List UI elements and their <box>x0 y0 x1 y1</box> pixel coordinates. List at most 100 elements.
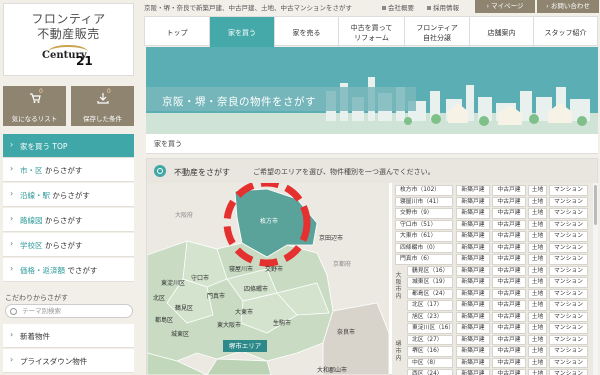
property-type-cell[interactable]: 中古戸建 <box>492 265 526 276</box>
tab-staff[interactable]: スタッフ紹介 <box>534 17 597 47</box>
map-label-higashi-yodogawa[interactable]: 東淀川区 <box>161 278 185 287</box>
tab-own-development[interactable]: フロンティア 自社分譲 <box>405 17 470 47</box>
property-type-cell[interactable]: マンション <box>549 242 588 253</box>
property-type-cell[interactable]: 土地 <box>528 334 547 345</box>
property-type-cell[interactable]: 土地 <box>528 288 547 299</box>
property-type-cell[interactable]: 土地 <box>528 219 547 230</box>
sidebar-item-price[interactable]: › 価格・返済額 でさがす <box>3 258 134 282</box>
sidebar-item-price-down[interactable]: › プライスダウン物件 <box>3 349 134 373</box>
property-type-cell[interactable]: 中古戸建 <box>492 196 526 207</box>
sidebar-item-school-district[interactable]: › 学校区 からさがす <box>3 233 134 257</box>
property-type-cell[interactable]: マンション <box>549 185 588 196</box>
property-type-cell[interactable]: 新築戸建 <box>456 346 490 357</box>
map-label-kyotanabe[interactable]: 京田辺市 <box>319 233 343 242</box>
saved-conditions-button[interactable]: 0 保存した条件 <box>71 86 134 126</box>
property-type-cell[interactable]: 新築戸建 <box>456 265 490 276</box>
property-type-cell[interactable]: マンション <box>549 265 588 276</box>
area-name-cell[interactable]: 門真市（6） <box>395 254 453 265</box>
sidebar-item-line-station[interactable]: › 沿線・駅 からさがす <box>3 183 134 207</box>
property-type-cell[interactable]: 土地 <box>528 323 547 334</box>
property-type-cell[interactable]: 土地 <box>528 357 547 368</box>
sidebar-item-new-listings[interactable]: › 新着物件 <box>3 324 134 348</box>
tab-top[interactable]: トップ <box>145 17 210 47</box>
area-name-cell[interactable]: 寝屋川市（41） <box>395 196 453 207</box>
recruit-link[interactable]: 採用情報 <box>427 2 459 12</box>
map-label-nara[interactable]: 奈良市 <box>337 327 355 336</box>
area-name-cell[interactable]: 交野市（9） <box>395 208 453 219</box>
theme-search-input[interactable]: テーマ別検索 <box>5 304 133 318</box>
property-type-cell[interactable]: 中古戸建 <box>492 357 526 368</box>
property-type-cell[interactable]: マンション <box>549 357 588 368</box>
area-name-cell[interactable]: 都島区（24） <box>407 288 453 299</box>
property-type-cell[interactable]: 中古戸建 <box>492 231 526 242</box>
sidebar-item-route-map[interactable]: › 路線図 からさがす <box>3 208 134 232</box>
area-name-cell[interactable]: 大東市（61） <box>395 231 453 242</box>
property-type-cell[interactable]: マンション <box>549 208 588 219</box>
area-name-cell[interactable]: 旭区（23） <box>407 311 453 322</box>
property-type-cell[interactable]: 中古戸建 <box>492 242 526 253</box>
area-name-cell[interactable]: 守口市（51） <box>395 219 453 230</box>
property-type-cell[interactable]: 新築戸建 <box>456 277 490 288</box>
property-type-cell[interactable]: マンション <box>549 277 588 288</box>
property-type-cell[interactable]: 中古戸建 <box>492 346 526 357</box>
area-name-cell[interactable]: 鶴見区（16） <box>407 265 453 276</box>
property-type-cell[interactable]: 中古戸建 <box>492 369 526 375</box>
map-label-miyakojima[interactable]: 都島区 <box>155 315 173 324</box>
map-label-higashiosaka[interactable]: 東大阪市 <box>217 320 241 329</box>
area-name-cell[interactable]: 四條畷市（0） <box>395 242 453 253</box>
property-type-cell[interactable]: 新築戸建 <box>456 254 490 265</box>
sidebar-item-city[interactable]: › 市・区 からさがす <box>3 158 134 182</box>
property-type-cell[interactable]: 土地 <box>528 254 547 265</box>
property-type-cell[interactable]: 新築戸建 <box>456 242 490 253</box>
map-label-kadoma[interactable]: 門真市 <box>207 291 225 300</box>
property-type-cell[interactable]: マンション <box>549 323 588 334</box>
property-type-cell[interactable]: 新築戸建 <box>456 357 490 368</box>
area-map[interactable]: 大阪府 京都府 枚方市 京田辺市 交野市 寝屋川市 四條畷市 守口市 門真市 大… <box>147 183 389 375</box>
property-type-cell[interactable]: 土地 <box>528 265 547 276</box>
property-type-cell[interactable]: マンション <box>549 231 588 242</box>
property-type-cell[interactable]: 中古戸建 <box>492 277 526 288</box>
tab-stores[interactable]: 店舗案内 <box>470 17 534 47</box>
property-type-cell[interactable]: 土地 <box>528 208 547 219</box>
property-type-cell[interactable]: 新築戸建 <box>456 208 490 219</box>
tab-sell[interactable]: 家を売る <box>275 17 339 47</box>
property-type-cell[interactable]: 新築戸建 <box>456 334 490 345</box>
map-label-daito[interactable]: 大東市 <box>235 307 253 316</box>
property-type-cell[interactable]: 新築戸建 <box>456 185 490 196</box>
property-type-cell[interactable]: 中古戸建 <box>492 311 526 322</box>
area-name-cell[interactable]: 北区（17） <box>407 300 453 311</box>
property-type-cell[interactable]: マンション <box>549 334 588 345</box>
property-type-cell[interactable]: 中古戸建 <box>492 288 526 299</box>
mypage-button[interactable]: › マイページ <box>475 0 535 13</box>
contact-button[interactable]: › お問い合わせ <box>537 0 599 13</box>
brand-logo[interactable]: フロンティア 不動産販売 Century 21 <box>3 3 134 76</box>
property-type-cell[interactable]: マンション <box>549 288 588 299</box>
property-type-cell[interactable]: 土地 <box>528 346 547 357</box>
tab-reform[interactable]: 中古を買って リフォーム <box>339 17 405 47</box>
sidebar-item-buy-top[interactable]: › 家を買う TOP <box>3 134 134 158</box>
property-type-cell[interactable]: 中古戸建 <box>492 185 526 196</box>
favorite-list-button[interactable]: 0 気になるリスト <box>3 86 66 126</box>
property-type-cell[interactable]: 新築戸建 <box>456 288 490 299</box>
map-label-katano[interactable]: 交野市 <box>265 264 283 273</box>
property-type-cell[interactable]: 土地 <box>528 196 547 207</box>
property-type-cell[interactable]: 土地 <box>528 231 547 242</box>
property-type-cell[interactable]: 土地 <box>528 185 547 196</box>
property-type-cell[interactable]: 新築戸建 <box>456 219 490 230</box>
property-type-cell[interactable]: 土地 <box>528 311 547 322</box>
area-name-cell[interactable]: 堺区（16） <box>407 346 453 357</box>
property-type-cell[interactable]: 土地 <box>528 369 547 375</box>
area-name-cell[interactable]: 西区（24） <box>407 369 453 375</box>
property-type-cell[interactable]: 新築戸建 <box>456 369 490 375</box>
property-type-cell[interactable]: マンション <box>549 300 588 311</box>
area-name-cell[interactable]: 枚方市（102） <box>395 185 453 196</box>
property-type-cell[interactable]: 中古戸建 <box>492 208 526 219</box>
area-name-cell[interactable]: 北区（27） <box>407 334 453 345</box>
area-name-cell[interactable]: 城東区（19） <box>407 277 453 288</box>
company-link[interactable]: 会社概要 <box>382 2 414 12</box>
property-type-cell[interactable]: 中古戸建 <box>492 334 526 345</box>
property-type-cell[interactable]: 新築戸建 <box>456 300 490 311</box>
property-type-cell[interactable]: 土地 <box>528 242 547 253</box>
property-type-cell[interactable]: 中古戸建 <box>492 300 526 311</box>
property-type-cell[interactable]: 新築戸建 <box>456 231 490 242</box>
